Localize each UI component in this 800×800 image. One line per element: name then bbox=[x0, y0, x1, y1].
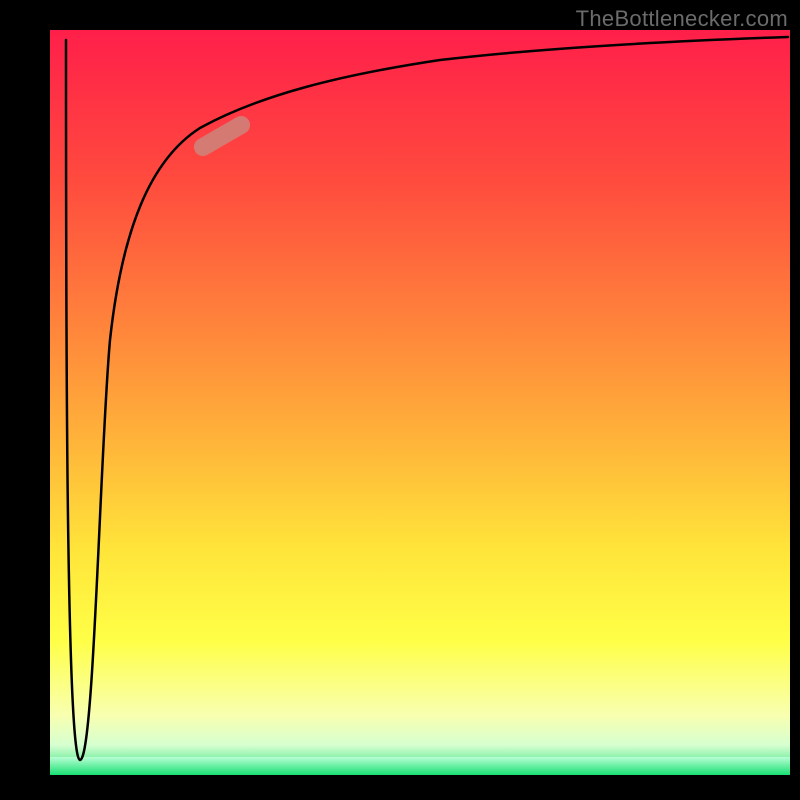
frame-left bbox=[0, 0, 50, 800]
chart-stage: TheBottlenecker.com bbox=[0, 0, 800, 800]
frame-right bbox=[790, 0, 800, 800]
watermark-label: TheBottlenecker.com bbox=[576, 6, 788, 32]
green-band bbox=[50, 757, 790, 775]
frame-bottom bbox=[0, 775, 800, 800]
plot-area bbox=[50, 30, 790, 775]
